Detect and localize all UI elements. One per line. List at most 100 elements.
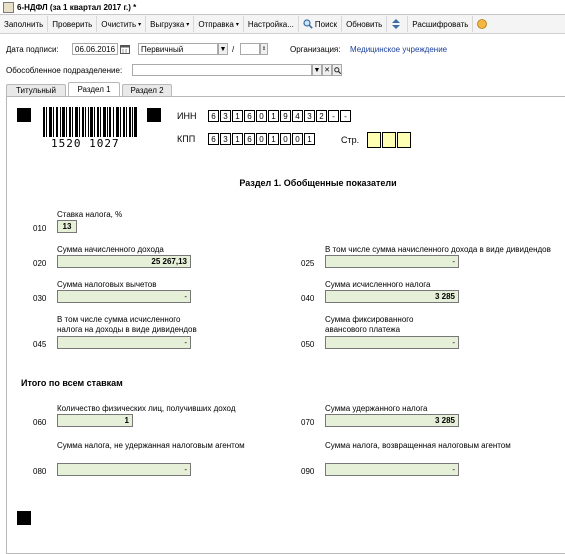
line-025-code: 025 xyxy=(301,259,315,268)
document-icon xyxy=(3,1,14,13)
tab-section-1[interactable]: Раздел 1 xyxy=(68,82,120,96)
kpp-cell[interactable]: 0 xyxy=(280,133,291,145)
check-button[interactable]: Проверить xyxy=(48,16,98,32)
search-icon xyxy=(333,66,341,74)
inn-cell[interactable]: 1 xyxy=(232,110,243,122)
report-type-value: Первичный xyxy=(141,44,184,54)
correction-spinner[interactable]: ⇕ xyxy=(260,43,268,55)
inn-cell[interactable]: 9 xyxy=(280,110,291,122)
form-sheet: 1520 1027 ИНН 6316019432-- КПП 631601001… xyxy=(6,96,565,554)
subdivision-input[interactable] xyxy=(132,64,312,76)
line-060-label: Количество физических лиц, получивших до… xyxy=(57,404,236,413)
kpp-cell[interactable]: 6 xyxy=(208,133,219,145)
line-070-field[interactable]: 3 285 xyxy=(325,414,459,427)
refresh-button[interactable]: Обновить xyxy=(342,16,388,32)
line-050-code: 050 xyxy=(301,340,315,349)
inn-cell[interactable]: 6 xyxy=(208,110,219,122)
tab-section-2-label: Раздел 2 xyxy=(130,86,164,95)
inn-cell[interactable]: - xyxy=(328,110,339,122)
toolbar: Заполнить Проверить Очистить ▾ Выгрузка ▾ … xyxy=(0,15,565,34)
sign-date-input[interactable]: 06.06.2016 xyxy=(72,43,118,55)
subdivision-search-button[interactable] xyxy=(332,64,342,76)
clear-label: Очистить xyxy=(101,19,137,29)
page-label: Стр. xyxy=(341,135,360,145)
line-030-field[interactable]: - xyxy=(57,290,191,303)
line-045-field[interactable]: - xyxy=(57,336,191,349)
chevron-down-icon: ▼ xyxy=(219,45,227,53)
kpp-cell[interactable]: 3 xyxy=(220,133,231,145)
line-025-field[interactable]: - xyxy=(325,255,459,268)
settings-button[interactable]: Настройка... xyxy=(244,16,299,32)
clear-menu-button[interactable]: Очистить ▾ xyxy=(97,16,147,32)
inn-cell[interactable]: 6 xyxy=(244,110,255,122)
kpp-cell[interactable]: 1 xyxy=(232,133,243,145)
kpp-cell[interactable]: 1 xyxy=(304,133,315,145)
line-060-code: 060 xyxy=(33,418,47,427)
export-menu-button[interactable]: Выгрузка ▾ xyxy=(146,16,195,32)
page-cell[interactable] xyxy=(367,132,381,148)
inn-cell[interactable]: 0 xyxy=(256,110,267,122)
corner-marker xyxy=(147,108,161,122)
organization-link[interactable]: Медицинское учреждение xyxy=(350,45,447,54)
tab-title[interactable]: Титульный xyxy=(6,84,66,96)
inn-cells: 6316019432-- xyxy=(208,110,352,122)
help-button[interactable] xyxy=(473,16,493,32)
report-type-select[interactable]: Первичный xyxy=(138,43,218,55)
expand-collapse-button[interactable] xyxy=(387,16,409,32)
line-025-label: В том числе сумма начисленного дохода в … xyxy=(325,245,551,254)
spinner-icon: ⇕ xyxy=(261,46,267,52)
inn-cell[interactable]: 3 xyxy=(304,110,315,122)
line-090-code: 090 xyxy=(301,467,315,476)
calendar-icon xyxy=(120,45,130,54)
inn-cell[interactable]: 3 xyxy=(220,110,231,122)
line-090-label: Сумма налога, возвращенная налоговым аге… xyxy=(325,441,511,450)
kpp-cell[interactable]: 0 xyxy=(256,133,267,145)
send-menu-button[interactable]: Отправка ▾ xyxy=(194,16,244,32)
tab-section-2[interactable]: Раздел 2 xyxy=(122,84,172,96)
search-button[interactable]: Поиск xyxy=(299,16,343,32)
inn-cell[interactable]: 4 xyxy=(292,110,303,122)
line-020-label: Сумма начисленного дохода xyxy=(57,245,164,254)
tab-section-1-label: Раздел 1 xyxy=(77,85,111,94)
report-type-dropdown-button[interactable]: ▼ xyxy=(218,43,228,55)
line-080-field[interactable]: - xyxy=(57,463,191,476)
fill-button[interactable]: Заполнить xyxy=(0,16,49,32)
send-label: Отправка xyxy=(198,19,234,29)
decode-button[interactable]: Расшифровать xyxy=(408,16,474,32)
barcode-number: 1520 1027 xyxy=(51,137,120,150)
search-icon xyxy=(303,19,313,29)
expand-collapse-icon xyxy=(392,19,401,29)
page-cell[interactable] xyxy=(382,132,396,148)
line-060-field[interactable]: 1 xyxy=(57,414,133,427)
line-040-field[interactable]: 3 285 xyxy=(325,290,459,303)
page-cell[interactable] xyxy=(397,132,411,148)
line-090-field[interactable]: - xyxy=(325,463,459,476)
fill-label: Заполнить xyxy=(4,19,44,29)
line-045-label-2: налога на доходы в виде дивидендов xyxy=(57,325,197,334)
kpp-cell[interactable]: 0 xyxy=(292,133,303,145)
subdivision-dropdown-button[interactable]: ▼ xyxy=(312,64,322,76)
inn-cell[interactable]: 2 xyxy=(316,110,327,122)
line-020-code: 020 xyxy=(33,259,47,268)
inn-cell[interactable]: - xyxy=(340,110,351,122)
tab-title-label: Титульный xyxy=(15,86,57,95)
subdivision-clear-button[interactable]: ✕ xyxy=(322,64,332,76)
kpp-cell[interactable]: 1 xyxy=(268,133,279,145)
kpp-cells: 631601001 xyxy=(208,133,316,145)
line-020-field[interactable]: 25 267,13 xyxy=(57,255,191,268)
kpp-cell[interactable]: 6 xyxy=(244,133,255,145)
line-050-label-1: Сумма фиксированного xyxy=(325,315,414,324)
dropdown-arrow-icon: ▾ xyxy=(235,21,239,28)
section-title: Раздел 1. Обобщенные показатели xyxy=(239,178,397,188)
line-040-label: Сумма исчисленного налога xyxy=(325,280,431,289)
dropdown-arrow-icon: ▾ xyxy=(186,21,190,28)
line-050-label-2: авансового платежа xyxy=(325,325,401,334)
rate-field[interactable]: 13 xyxy=(57,220,77,233)
calendar-button[interactable] xyxy=(120,44,130,54)
line-050-field[interactable]: - xyxy=(325,336,459,349)
correction-number-input[interactable] xyxy=(240,43,260,55)
inn-cell[interactable]: 1 xyxy=(268,110,279,122)
sign-date-label: Дата подписи: xyxy=(6,45,59,54)
totals-title: Итого по всем ставкам xyxy=(21,378,123,388)
corner-marker xyxy=(17,108,31,122)
